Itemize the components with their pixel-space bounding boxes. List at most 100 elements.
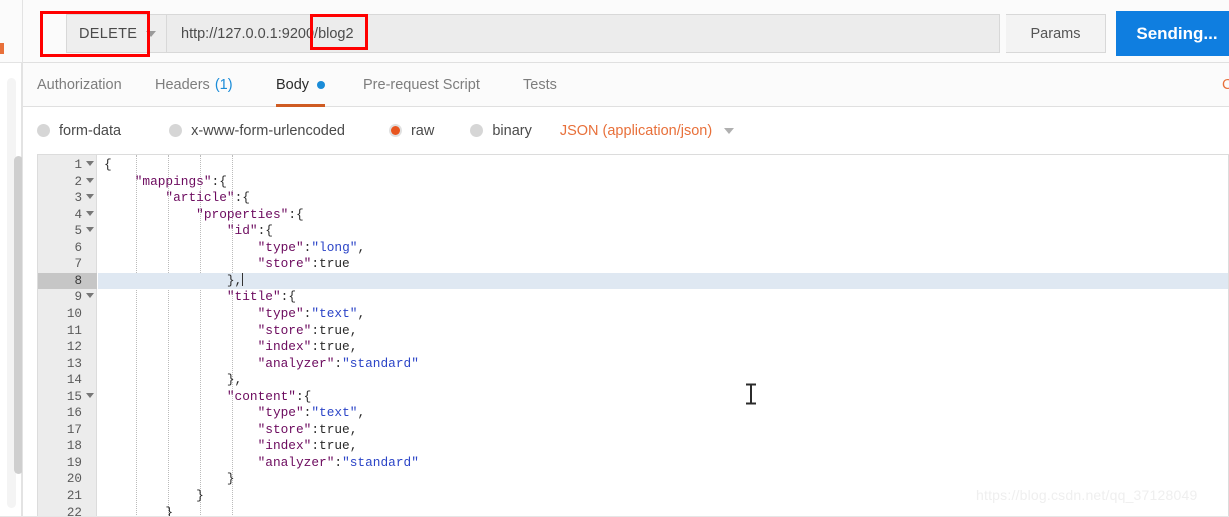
code-token: "text" (311, 405, 358, 421)
line-number: 13 (66, 356, 82, 371)
tab-body-label: Body (276, 77, 310, 93)
line-content[interactable]: "analyzer":"standard" (98, 455, 1228, 472)
tab-tests[interactable]: Tests (523, 63, 557, 107)
tab-headers[interactable]: Headers (1) (155, 63, 233, 107)
code-token: , (357, 239, 366, 255)
method-label: DELETE (79, 25, 138, 42)
chevron-down-icon (724, 127, 735, 134)
editor-line[interactable]: 9 "title":{ (38, 289, 1228, 306)
fold-arrow-icon[interactable] (86, 161, 94, 166)
content-type-label: JSON (application/json) (559, 122, 713, 139)
fold-arrow-icon[interactable] (86, 227, 94, 233)
tab-authorization-label: Authorization (37, 77, 122, 93)
line-content[interactable]: "type":"text", (98, 405, 1228, 422)
code-token: :{ (211, 173, 227, 189)
request-pane: DELETE http://127.0.0.1:9200/blog2 Param… (23, 0, 1229, 517)
line-content[interactable]: "type":"text", (98, 306, 1228, 323)
radio-x-www-form-urlencoded[interactable]: x-www-form-urlencoded (169, 123, 345, 139)
line-content[interactable]: "content":{ (98, 389, 1228, 406)
code-token: }, (104, 372, 243, 388)
code-link[interactable]: C (1222, 63, 1229, 107)
code-token: "type" (104, 405, 304, 421)
line-content[interactable]: }, (98, 372, 1228, 389)
line-content[interactable]: "store":true, (98, 323, 1228, 340)
text-caret (242, 272, 244, 286)
fold-arrow-icon[interactable] (86, 210, 94, 216)
editor-line[interactable]: 19 "analyzer":"standard" (38, 455, 1228, 472)
radio-raw-label: raw (410, 122, 435, 139)
editor-line[interactable]: 20 } (38, 471, 1228, 488)
line-content[interactable]: "type":"long", (98, 240, 1228, 257)
sidebar-top-stub (0, 0, 22, 63)
code-token: "mappings" (104, 173, 212, 189)
line-content[interactable]: "analyzer":"standard" (98, 356, 1228, 373)
content-type-dropdown[interactable]: JSON (application/json) (559, 122, 735, 139)
code-token: :{ (296, 388, 312, 404)
editor-line[interactable]: 11 "store":true, (38, 323, 1228, 340)
radio-raw[interactable]: raw (388, 122, 435, 139)
line-content[interactable]: { (98, 157, 1228, 174)
line-content[interactable]: } (98, 471, 1228, 488)
url-input[interactable]: http://127.0.0.1:9200/blog2 (166, 14, 1000, 53)
line-number: 8 (38, 272, 97, 290)
tab-pre-request-script[interactable]: Pre-request Script (363, 63, 480, 107)
editor-line[interactable]: 6 "type":"long", (38, 240, 1228, 257)
code-token: :{ (234, 190, 250, 206)
watermark: https://blog.csdn.net/qq_37128049 (976, 487, 1198, 503)
editor-line[interactable]: 1{ (38, 157, 1228, 174)
line-content[interactable]: "id":{ (98, 223, 1228, 240)
method-dropdown[interactable]: DELETE (66, 14, 166, 53)
editor-line[interactable]: 18 "index":true, (38, 438, 1228, 455)
fold-arrow-icon[interactable] (86, 194, 94, 200)
params-button[interactable]: Params (1006, 14, 1106, 53)
code-token: : (334, 454, 343, 470)
radio-x-www-form-urlencoded-label: x-www-form-urlencoded (191, 122, 345, 139)
line-content[interactable]: "mappings":{ (98, 174, 1228, 191)
sidebar-scrollbar-track[interactable] (7, 78, 23, 508)
radio-form-data[interactable]: form-data (37, 123, 121, 139)
editor-line[interactable]: 13 "analyzer":"standard" (38, 356, 1228, 373)
line-content[interactable]: "store":true (98, 256, 1228, 273)
editor-line[interactable]: 4 "properties":{ (38, 207, 1228, 224)
radio-binary[interactable]: binary (470, 123, 532, 139)
radio-form-data-dot (37, 124, 50, 137)
editor-line[interactable]: 5 "id":{ (38, 223, 1228, 240)
tab-headers-count: (1) (214, 77, 233, 93)
send-button[interactable]: Sending... (1116, 11, 1229, 56)
tab-headers-label: Headers (155, 77, 210, 93)
editor-line[interactable]: 10 "type":"text", (38, 306, 1228, 323)
line-content[interactable]: "index":true, (98, 339, 1228, 356)
editor-line[interactable]: 8 }, (38, 272, 1228, 290)
fold-arrow-icon[interactable] (86, 392, 94, 398)
code-token: "content" (104, 388, 296, 404)
sidebar-accent-mark (0, 43, 4, 54)
radio-form-data-label: form-data (59, 122, 122, 139)
code-token: } (104, 488, 204, 503)
line-content[interactable]: }, (98, 272, 1228, 290)
code-token: }, (104, 272, 243, 288)
line-content[interactable]: "index":true, (98, 438, 1228, 455)
editor-line[interactable]: 2 "mappings":{ (38, 174, 1228, 191)
line-content[interactable]: "title":{ (98, 289, 1228, 306)
line-content[interactable]: "article":{ (98, 190, 1228, 207)
request-body-editor[interactable]: 1{2 "mappings":{3 "article":{4 "properti… (37, 154, 1229, 517)
fold-arrow-icon[interactable] (86, 177, 94, 183)
tab-pre-request-script-label: Pre-request Script (363, 77, 480, 93)
fold-arrow-icon[interactable] (86, 293, 94, 299)
url-bar: DELETE http://127.0.0.1:9200/blog2 Param… (23, 0, 1229, 63)
line-number: 1 (38, 157, 97, 174)
code-token: "title" (104, 289, 281, 305)
tab-authorization[interactable]: Authorization (37, 63, 122, 107)
tab-body[interactable]: Body (276, 63, 326, 107)
line-content[interactable]: "store":true, (98, 422, 1228, 439)
code-token: :true (311, 256, 350, 272)
editor-line[interactable]: 12 "index":true, (38, 339, 1228, 356)
editor-line[interactable]: 14 }, (38, 372, 1228, 389)
editor-line[interactable]: 15 "content":{ (38, 389, 1228, 406)
editor-line[interactable]: 7 "store":true (38, 256, 1228, 273)
editor-line[interactable]: 16 "type":"text", (38, 405, 1228, 422)
editor-line[interactable]: 17 "store":true, (38, 422, 1228, 439)
line-content[interactable]: "properties":{ (98, 207, 1228, 224)
editor-line[interactable]: 3 "article":{ (38, 190, 1228, 207)
code-token: : (334, 355, 343, 371)
